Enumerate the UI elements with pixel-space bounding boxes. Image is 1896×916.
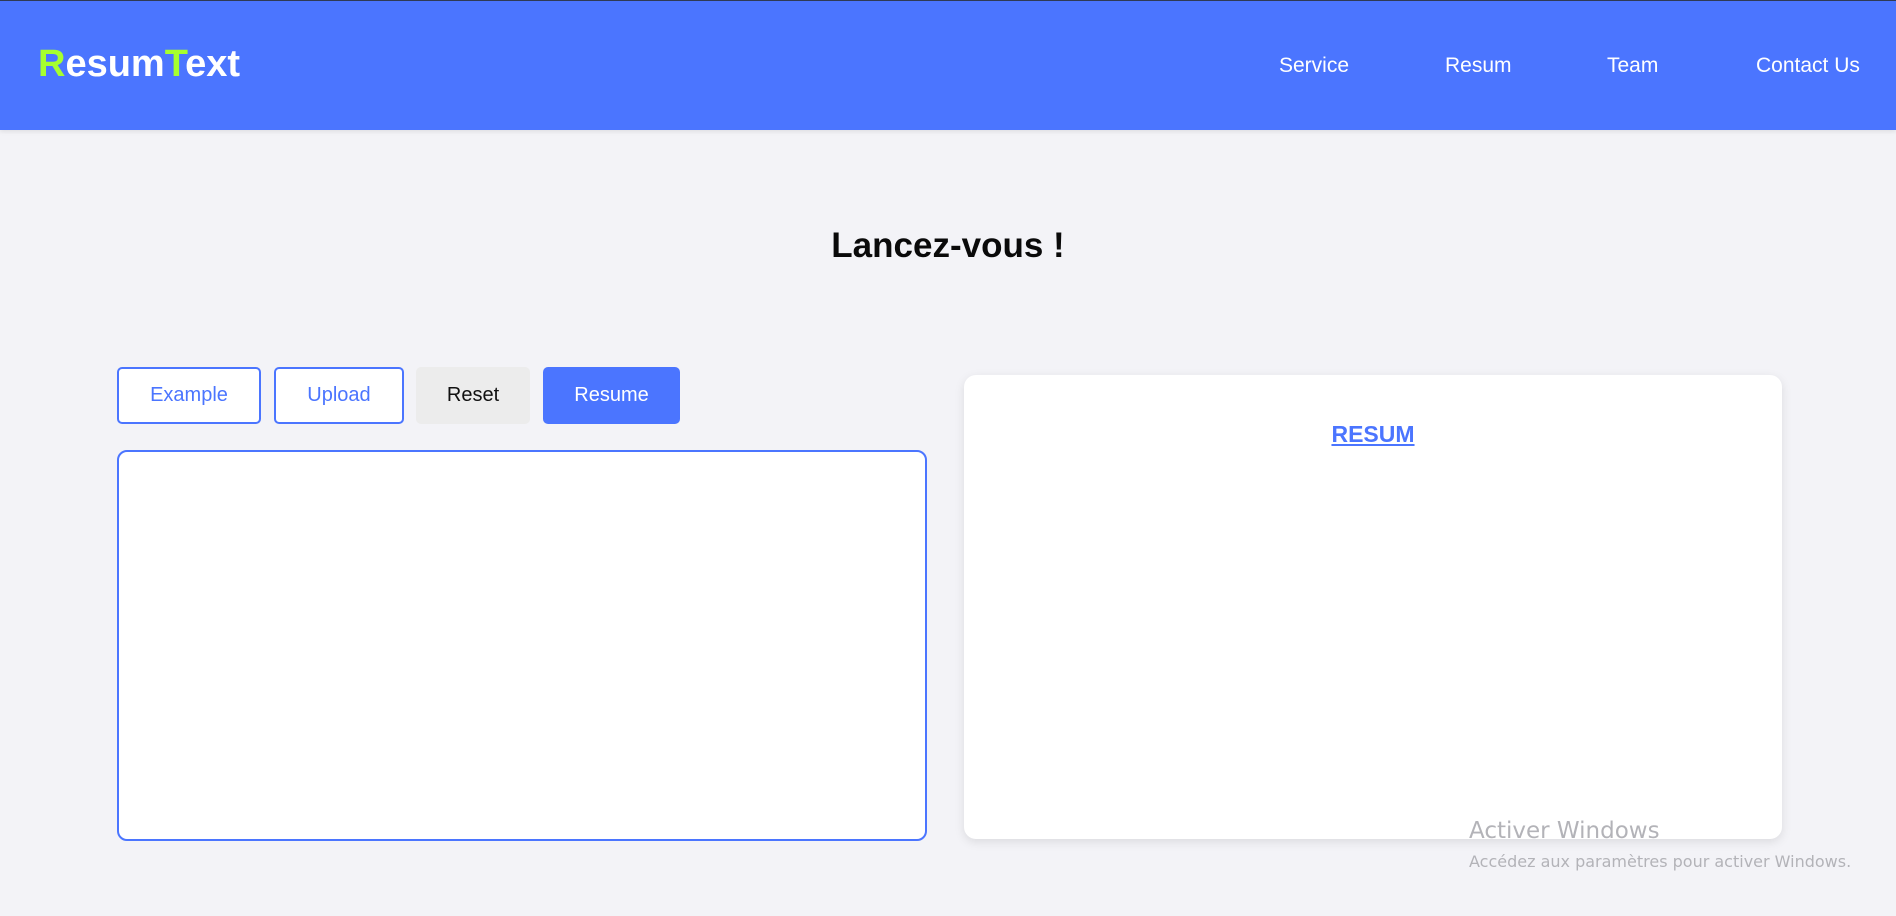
- nav-link-resum[interactable]: Resum: [1445, 53, 1512, 79]
- nav-link-team[interactable]: Team: [1607, 53, 1658, 79]
- resum-link[interactable]: RESUM: [964, 421, 1782, 448]
- top-navbar: ResumText Service Resum Team Contact Us: [0, 0, 1896, 130]
- page-title: Lancez-vous !: [831, 226, 1065, 265]
- text-input-area[interactable]: [117, 450, 927, 841]
- example-button[interactable]: Example: [117, 367, 261, 424]
- resume-button[interactable]: Resume: [543, 367, 680, 424]
- windows-activation-title: Activer Windows: [1469, 818, 1660, 844]
- logo-text-esum: esum: [65, 43, 165, 85]
- windows-activation-subtitle: Accédez aux paramètres pour activer Wind…: [1469, 852, 1852, 871]
- nav-link-contact-us[interactable]: Contact Us: [1756, 53, 1860, 79]
- logo-accent-r: R: [38, 43, 66, 85]
- logo[interactable]: ResumText: [38, 42, 240, 86]
- reset-button[interactable]: Reset: [416, 367, 530, 424]
- logo-text-ext: ext: [185, 43, 241, 85]
- nav-link-service[interactable]: Service: [1279, 53, 1349, 79]
- logo-accent-t: T: [164, 43, 186, 85]
- result-panel: RESUM: [964, 375, 1782, 839]
- upload-button[interactable]: Upload: [274, 367, 404, 424]
